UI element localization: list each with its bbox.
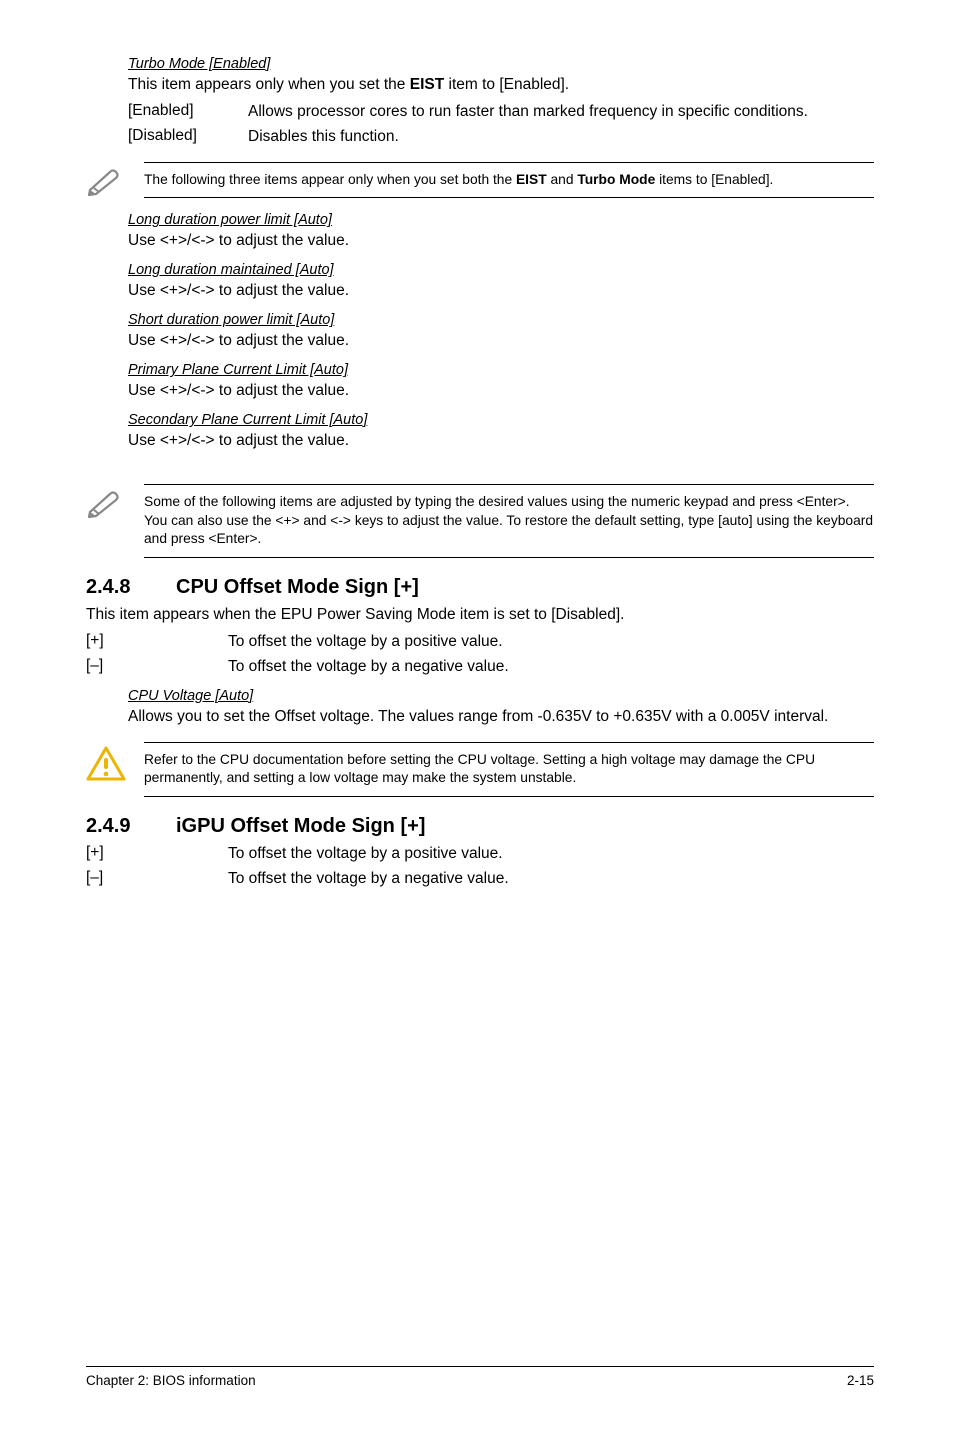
turbo-desc-prefix: This item appears only when you set the (128, 76, 410, 93)
short-power-use: Use <+>/<-> to adjust the value. (128, 331, 874, 352)
opt-disabled-row: [Disabled] Disables this function. (128, 127, 874, 148)
opt-enabled-row: [Enabled] Allows processor cores to run … (128, 102, 874, 123)
s248-plus-label: [+] (86, 632, 228, 653)
adjust-list: Long duration power limit [Auto] Use <+>… (86, 212, 874, 452)
turbo-desc-bold: EIST (410, 76, 444, 93)
note1-bold1: EIST (516, 172, 547, 187)
pencil-icon (86, 484, 136, 518)
note1-mid: and (547, 172, 578, 187)
s249-minus-label: [–] (86, 869, 228, 890)
long-maint-use: Use <+>/<-> to adjust the value. (128, 281, 874, 302)
opt-disabled-desc: Disables this function. (248, 127, 399, 148)
note1-suffix: items to [Enabled]. (655, 172, 773, 187)
s249-plus-desc: To offset the voltage by a positive valu… (228, 844, 503, 865)
opt-enabled-label: [Enabled] (128, 102, 248, 123)
note-box-1: The following three items appear only wh… (86, 162, 874, 199)
pencil-icon (86, 162, 136, 196)
note1-bold2: Turbo Mode (577, 172, 655, 187)
note-box-2: Some of the following items are adjusted… (86, 484, 874, 558)
primary-plane-use: Use <+>/<-> to adjust the value. (128, 381, 874, 402)
s248-minus-row: [–] To offset the voltage by a negative … (86, 657, 874, 678)
section-249-title: iGPU Offset Mode Sign [+] (176, 815, 425, 838)
s249-minus-row: [–] To offset the voltage by a negative … (86, 869, 874, 890)
note-1-content: The following three items appear only wh… (144, 162, 874, 199)
warning-icon (86, 742, 136, 782)
turbo-desc-suffix: item to [Enabled]. (444, 76, 569, 93)
footer-left: Chapter 2: BIOS information (86, 1373, 256, 1388)
turbo-mode-desc: This item appears only when you set the … (128, 75, 874, 96)
opt-disabled-label: [Disabled] (128, 127, 248, 148)
cpu-voltage-section: CPU Voltage [Auto] Allows you to set the… (86, 688, 874, 728)
section-248-heading: 2.4.8 CPU Offset Mode Sign [+] (86, 576, 874, 599)
secondary-plane-use: Use <+>/<-> to adjust the value. (128, 431, 874, 452)
s249-plus-label: [+] (86, 844, 228, 865)
cpu-voltage-desc: Allows you to set the Offset voltage. Th… (128, 707, 874, 728)
s248-minus-label: [–] (86, 657, 228, 678)
s249-plus-row: [+] To offset the voltage by a positive … (86, 844, 874, 865)
warning-box: Refer to the CPU documentation before se… (86, 742, 874, 797)
footer-right: 2-15 (847, 1373, 874, 1388)
primary-plane-title: Primary Plane Current Limit [Auto] (128, 362, 874, 378)
s249-minus-desc: To offset the voltage by a negative valu… (228, 869, 509, 890)
warning-content: Refer to the CPU documentation before se… (144, 742, 874, 797)
note1-prefix: The following three items appear only wh… (144, 172, 516, 187)
section-248-intro: This item appears when the EPU Power Sav… (86, 605, 874, 626)
page-footer: Chapter 2: BIOS information 2-15 (86, 1366, 874, 1388)
opt-enabled-desc: Allows processor cores to run faster tha… (248, 102, 808, 123)
long-maint-title: Long duration maintained [Auto] (128, 262, 874, 278)
section-249-num: 2.4.9 (86, 815, 176, 838)
turbo-mode-title: Turbo Mode [Enabled] (128, 56, 874, 72)
section-248-num: 2.4.8 (86, 576, 176, 599)
section-249-heading: 2.4.9 iGPU Offset Mode Sign [+] (86, 815, 874, 838)
turbo-mode-section: Turbo Mode [Enabled] This item appears o… (86, 56, 874, 148)
s248-plus-row: [+] To offset the voltage by a positive … (86, 632, 874, 653)
long-power-use: Use <+>/<-> to adjust the value. (128, 231, 874, 252)
note-2-content: Some of the following items are adjusted… (144, 484, 874, 558)
s248-minus-desc: To offset the voltage by a negative valu… (228, 657, 509, 678)
secondary-plane-title: Secondary Plane Current Limit [Auto] (128, 412, 874, 428)
long-power-title: Long duration power limit [Auto] (128, 212, 874, 228)
page-root: Turbo Mode [Enabled] This item appears o… (0, 0, 954, 1438)
section-248-title: CPU Offset Mode Sign [+] (176, 576, 419, 599)
short-power-title: Short duration power limit [Auto] (128, 312, 874, 328)
s248-plus-desc: To offset the voltage by a positive valu… (228, 632, 503, 653)
cpu-voltage-title: CPU Voltage [Auto] (128, 688, 874, 704)
